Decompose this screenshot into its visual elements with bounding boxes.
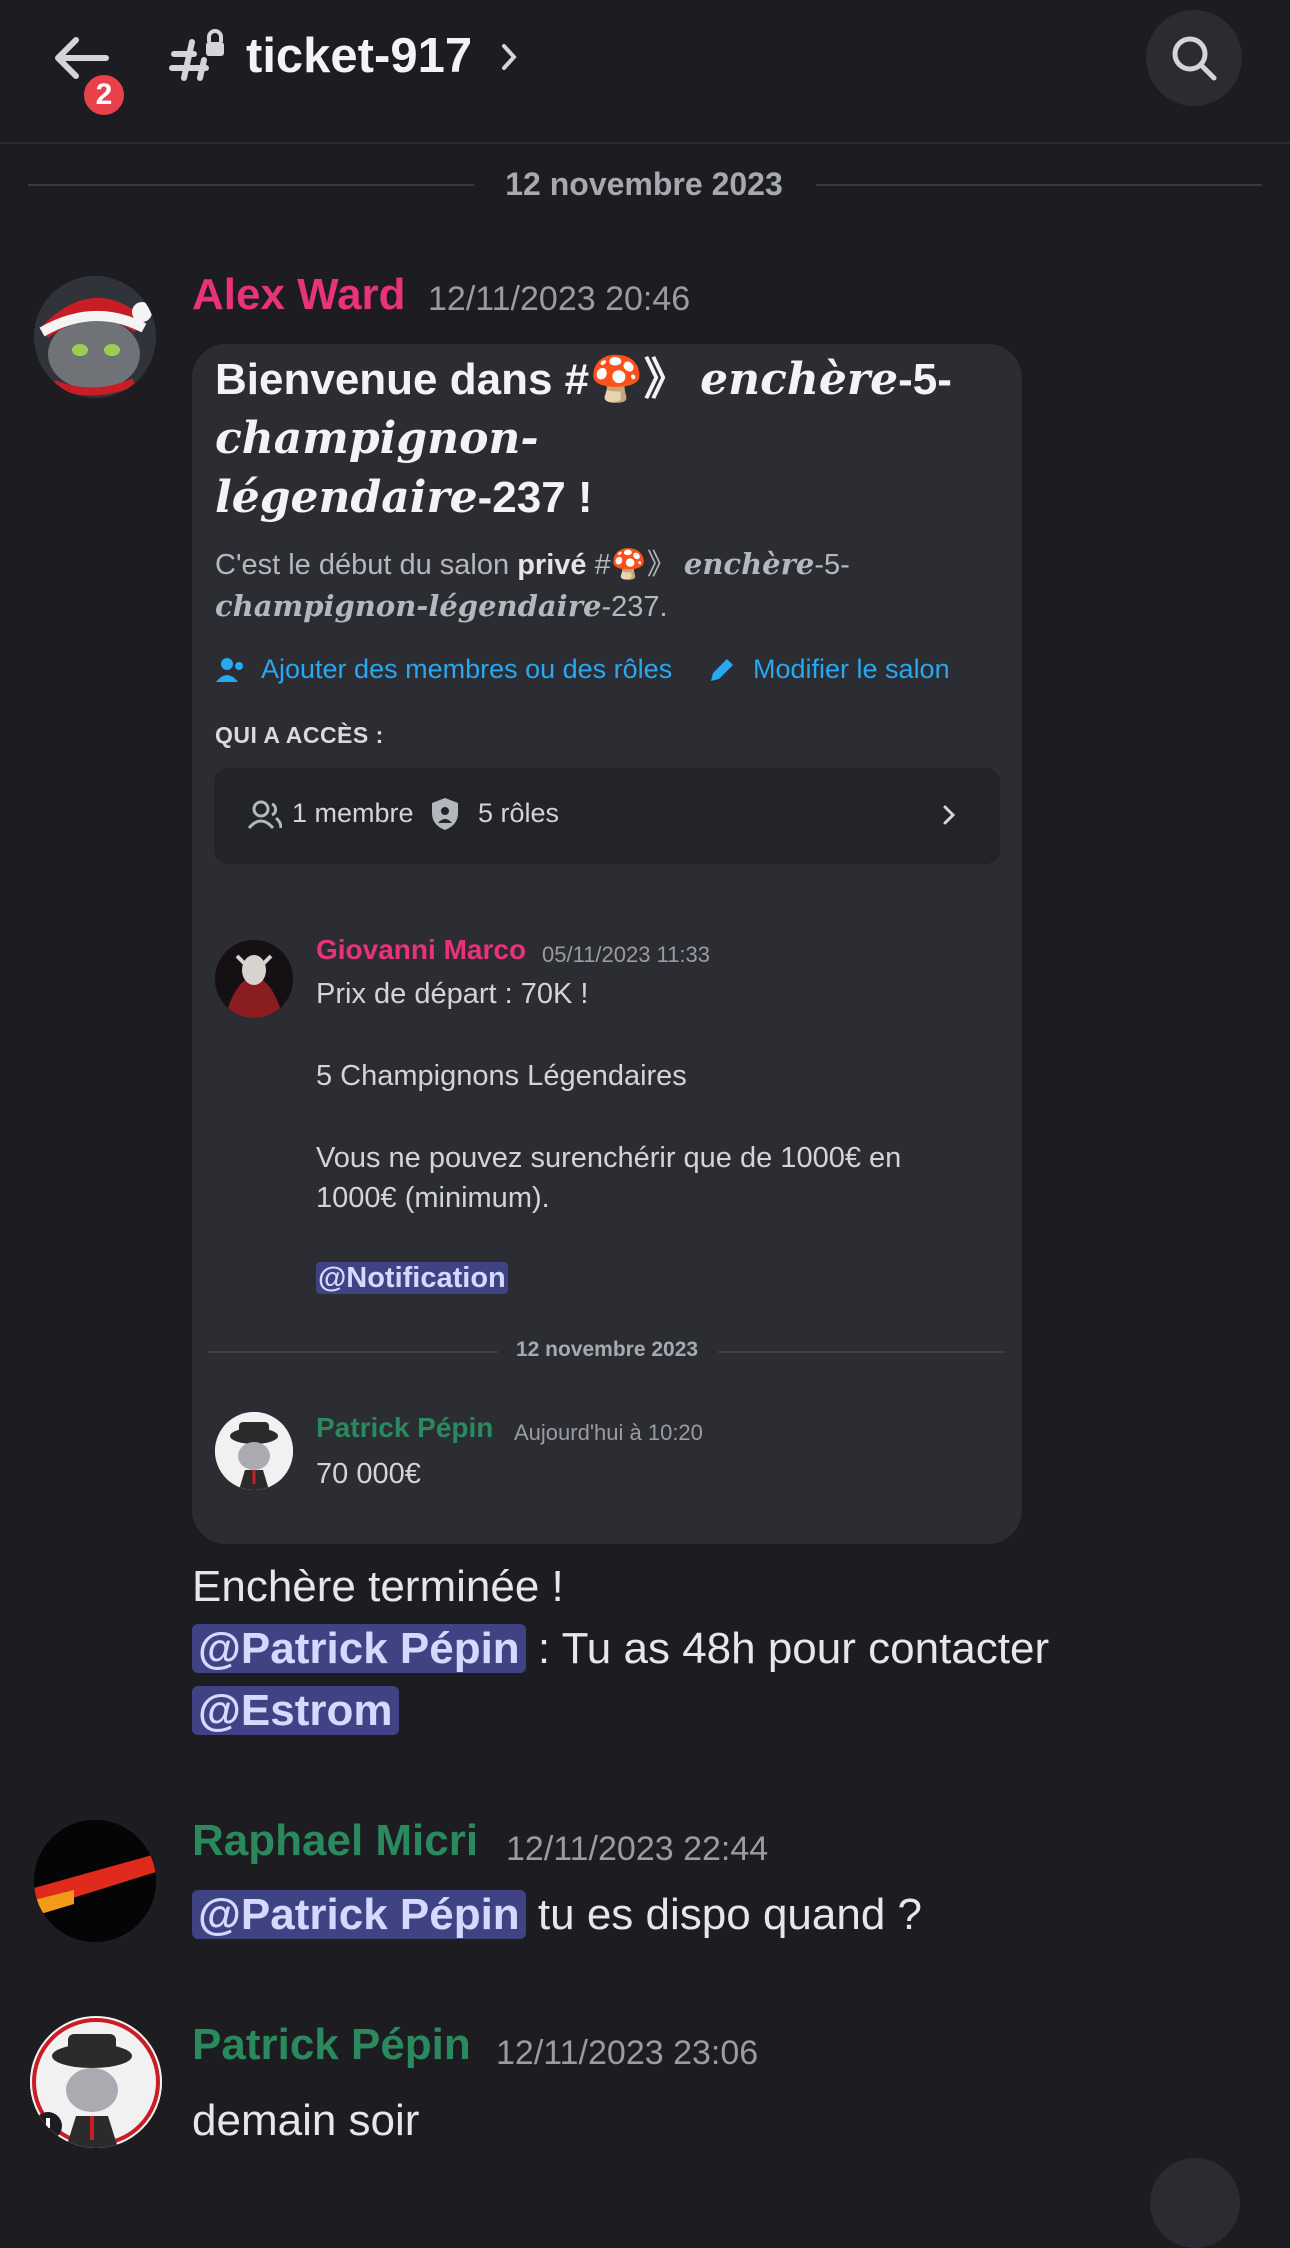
preview-timestamp: 05/11/2023 11:33 [542, 942, 711, 967]
message-text: demain soir [192, 2096, 420, 2145]
roles-count: 5 rôles [478, 798, 560, 828]
avatar-patrick-pepin[interactable] [30, 2016, 162, 2148]
preview-date-divider: 12 novembre 2023 [515, 1338, 699, 1361]
timestamp: 12/11/2023 22:44 [506, 1830, 769, 1868]
title-text: Bienvenue dans #🍄》 [215, 355, 688, 404]
add-members-button[interactable]: Ajouter des membres ou des rôles [215, 654, 672, 685]
edit-channel-label: Modifier le salon [753, 654, 950, 684]
subtitle-text: -5- [814, 549, 850, 581]
notification-mention[interactable]: @Notification [316, 1262, 508, 1294]
title-text: -5- [898, 355, 952, 404]
title-text: -237 ! [477, 473, 593, 522]
message-text: @Estrom [192, 1686, 399, 1736]
preview-author[interactable]: Giovanni Marco [316, 934, 526, 966]
avatar-giovanni-marco[interactable] [215, 940, 293, 1018]
jump-to-bottom-button[interactable] [1150, 2158, 1240, 2248]
message-text-part: : Tu as 48h pour contacter [525, 1624, 1050, 1673]
search-icon [1172, 36, 1217, 81]
timestamp: 12/11/2023 20:46 [428, 280, 691, 318]
title-fancy-text: enchère [700, 354, 899, 405]
preview-line: Prix de départ : 70K ! [316, 978, 589, 1010]
shield-icon [432, 798, 458, 830]
preview-line: Vous ne pouvez surenchérir que de 1000€ … [316, 1142, 902, 1174]
divider-line [816, 184, 1262, 186]
pencil-icon [711, 658, 733, 681]
unread-badge: 2 [79, 70, 129, 120]
user-mention[interactable]: @Estrom [192, 1686, 399, 1735]
divider-line [718, 1351, 1006, 1353]
rat-gangster-avatar-icon [30, 2016, 162, 2148]
cat-santa-avatar-icon [34, 276, 156, 398]
preview-author[interactable]: Patrick Pépin [316, 1412, 493, 1444]
subtitle-text: #🍄》 [594, 549, 676, 581]
access-summary-row[interactable]: 1 membre 5 rôles [214, 768, 1000, 864]
subtitle-text: C'est le début du salon [215, 549, 510, 581]
card-title: Bienvenue dans #🍄》 enchère-5- champignon… [215, 350, 1015, 527]
chevron-right-icon [943, 805, 956, 825]
person-add-icon [216, 657, 243, 682]
author-name[interactable]: Raphael Micri [192, 1816, 478, 1866]
avatar-patrick-pepin-small[interactable] [215, 1412, 293, 1490]
preview-line: 70 000€ [316, 1458, 421, 1490]
members-count: 1 membre [292, 798, 414, 828]
chevron-right-icon[interactable] [500, 40, 520, 74]
rat-gangster-avatar-icon [215, 1412, 293, 1490]
red-stripe-avatar-icon [34, 1820, 156, 1942]
user-mention[interactable]: @Patrick Pépin [192, 1624, 526, 1673]
preview-line: 5 Champignons Légendaires [316, 1060, 687, 1092]
edit-channel-button[interactable]: Modifier le salon [707, 654, 950, 685]
subtitle-bold: privé [517, 549, 587, 581]
dark-character-avatar-icon [215, 940, 293, 1018]
date-divider: 12 novembre 2023 [505, 166, 783, 202]
preview-line: 1000€ (minimum). [316, 1182, 550, 1214]
message-text: Enchère terminée ! [192, 1562, 564, 1611]
divider-line [208, 1351, 498, 1353]
subtitle-fancy: champignon-légendaire [215, 589, 602, 623]
channel-name[interactable]: ticket-917 [246, 24, 472, 88]
divider-line [28, 184, 474, 186]
avatar-raphael-micri[interactable] [34, 1820, 156, 1942]
title-fancy-text: légendaire [215, 472, 478, 523]
access-heading: QUI A ACCÈS : [215, 722, 384, 748]
search-button[interactable] [1146, 10, 1242, 106]
title-fancy-text: champignon- [215, 413, 539, 464]
timestamp: 12/11/2023 23:06 [496, 2034, 759, 2072]
preview-timestamp: Aujourd'hui à 10:20 [514, 1420, 703, 1445]
private-channel-hash-icon [169, 29, 224, 81]
message-text-part: tu es dispo quand ? [525, 1890, 922, 1939]
message-text: @Patrick Pépin tu es dispo quand ? [192, 1890, 922, 1940]
author-name[interactable]: Alex Ward [192, 270, 406, 320]
card-subtitle: C'est le début du salon privé #🍄》 enchèr… [215, 544, 975, 628]
channel-header: 2 ticket-917 [0, 0, 1290, 144]
subtitle-fancy: enchère [683, 547, 815, 581]
user-mention[interactable]: @Patrick Pépin [192, 1890, 526, 1939]
add-members-label: Ajouter des membres ou des rôles [261, 654, 673, 684]
members-icon [248, 800, 282, 830]
message-text: @Patrick Pépin : Tu as 48h pour contacte… [192, 1624, 1049, 1674]
subtitle-text: -237. [601, 591, 668, 623]
author-name[interactable]: Patrick Pépin [192, 2020, 471, 2070]
preview-mention-line: @Notification [316, 1258, 508, 1299]
avatar-alex-ward[interactable] [34, 276, 156, 398]
